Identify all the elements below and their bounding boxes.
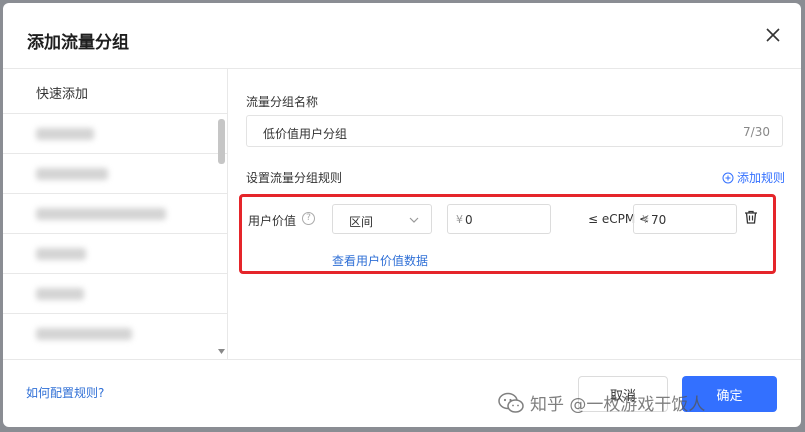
- group-name-input[interactable]: 低价值用户分组 7/30: [246, 115, 783, 147]
- dialog-footer: 如何配置规则? 取消 确定 知乎 @一枚游戏干饭人: [3, 359, 801, 427]
- max-value-input[interactable]: ¥ 70: [633, 204, 737, 234]
- quick-add-title: 快速添加: [36, 87, 89, 102]
- dialog-title: 添加流量分组: [27, 33, 129, 53]
- list-item[interactable]: [3, 233, 227, 273]
- list-item[interactable]: [3, 273, 227, 313]
- watermark: 知乎 @一枚游戏干饭人: [498, 390, 705, 415]
- rules-label: 设置流量分组规则: [246, 171, 343, 185]
- quick-add-list: [3, 113, 227, 353]
- add-rule-label: 添加规则: [736, 171, 785, 185]
- dialog-header: 添加流量分组: [3, 3, 801, 69]
- how-to-configure-link[interactable]: 如何配置规则?: [26, 384, 104, 401]
- chevron-down-icon: [409, 217, 419, 223]
- group-name-value: 低价值用户分组: [263, 127, 348, 141]
- add-traffic-group-dialog: 添加流量分组 快速添加 流量分组名称 低价值用户分组 7/30 设置流量分组规则…: [3, 3, 801, 427]
- list-scrollbar[interactable]: [218, 119, 225, 164]
- char-count: 7/30: [743, 125, 770, 139]
- range-select[interactable]: 区间: [332, 204, 432, 234]
- scroll-down-icon[interactable]: [218, 349, 225, 355]
- rule-field-label: 用户价值: [248, 214, 297, 228]
- quick-add-panel: 快速添加: [3, 69, 228, 359]
- range-select-value: 区间: [349, 215, 374, 229]
- min-value: 0: [465, 213, 473, 227]
- trash-icon[interactable]: [743, 209, 759, 225]
- plus-circle-icon: [722, 172, 734, 183]
- wechat-icon: [498, 392, 524, 413]
- max-value: 70: [651, 213, 667, 227]
- rule-row-highlight: 用户价值 ? 区间 ¥ 0 ≤ eCPM < ¥ 70 查看用户价值数据: [239, 194, 776, 274]
- list-item[interactable]: [3, 313, 227, 353]
- list-item[interactable]: [3, 113, 227, 153]
- list-item[interactable]: [3, 153, 227, 193]
- form-panel: 流量分组名称 低价值用户分组 7/30 设置流量分组规则 添加规则 用户价值 ?…: [229, 69, 801, 359]
- watermark-text: 知乎 @一枚游戏干饭人: [530, 395, 706, 415]
- close-icon[interactable]: [763, 25, 783, 45]
- min-value-input[interactable]: ¥ 0: [447, 204, 551, 234]
- view-user-value-data-link[interactable]: 查看用户价值数据: [332, 252, 428, 269]
- currency-symbol: ¥: [642, 213, 649, 226]
- currency-symbol: ¥: [456, 213, 463, 226]
- help-icon[interactable]: ?: [302, 212, 315, 225]
- list-item[interactable]: [3, 193, 227, 233]
- group-name-label: 流量分组名称: [246, 95, 319, 109]
- add-rule-button[interactable]: 添加规则: [722, 169, 785, 186]
